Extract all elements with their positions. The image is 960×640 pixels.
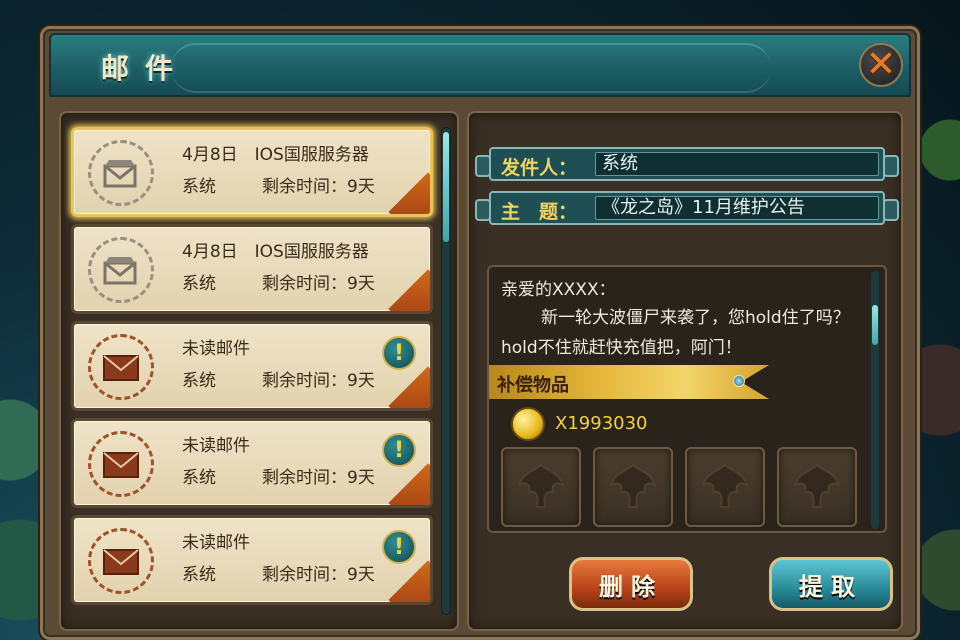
envelope-read-icon [88,140,154,206]
corner-ribbon [388,463,430,505]
mail-list-scrollbar[interactable] [441,127,451,615]
corner-ribbon [388,172,430,214]
unread-alert-icon: ! [382,433,416,467]
envelope-read-icon [88,237,154,303]
mail-greeting: 亲爱的XXXX： [501,280,616,300]
close-button[interactable]: ✕ [859,43,903,87]
mail-sender: 系统 [182,371,216,391]
mail-subject: 4月8日 IOS国服服务器 [182,145,369,165]
mail-subject: 未读邮件 [182,339,250,359]
subject-label: 主 题： [501,201,578,223]
mail-detail-panel: 发件人： 系统 主 题： 《龙之岛》11月维护公告 亲爱的XXXX： 新一轮大波… [467,111,903,631]
subject-value: 《龙之岛》11月维护公告 [595,196,879,220]
sender-row: 发件人： 系统 [475,147,899,181]
mail-content-scroll-thumb[interactable] [872,305,878,345]
reward-slot[interactable] [501,447,581,527]
delete-button[interactable]: 删除 [569,557,693,611]
mail-body: 新一轮大波僵尸来袭了，您hold住了吗？hold不住就赶快充值把，阿门！ [501,308,850,358]
mail-time-left: 剩余时间：9天 [262,177,375,197]
mail-time-left: 剩余时间：9天 [262,468,375,488]
mail-list-item[interactable]: 未读邮件系统 剩余时间：9天! [71,418,433,508]
close-icon: ✕ [865,44,897,85]
mail-window: 邮件 ✕ 4月8日 IOS国服服务器 系统 剩余时间：9天 4月8日 IOS国服服务器… [40,26,920,640]
mail-list-item[interactable]: 4月8日 IOS国服服务器 系统 剩余时间：9天 [71,224,433,314]
reward-slot[interactable] [593,447,673,527]
mail-sender: 系统 [182,468,216,488]
mail-list-item[interactable]: 未读邮件系统 剩余时间：9天! [71,515,433,605]
sender-value: 系统 [595,152,879,176]
mail-time-left: 剩余时间：9天 [262,274,375,294]
rewards-title: 补偿物品 [497,375,569,396]
mail-list-item[interactable]: 未读邮件系统 剩余时间：9天! [71,321,433,411]
corner-ribbon [388,269,430,311]
unread-alert-icon: ! [382,336,416,370]
mail-subject: 未读邮件 [182,436,250,456]
envelope-unread-icon [88,334,154,400]
mail-subject: 4月8日 IOS国服服务器 [182,242,369,262]
mail-sender: 系统 [182,177,216,197]
coin-amount: X1993030 [555,413,648,434]
reward-slot[interactable] [777,447,857,527]
mail-sender: 系统 [182,274,216,294]
mail-sender: 系统 [182,565,216,585]
corner-ribbon [388,560,430,602]
claim-button[interactable]: 提取 [769,557,893,611]
dragon-emblem-icon [701,463,749,508]
unread-alert-icon: ! [382,530,416,564]
mail-time-left: 剩余时间：9天 [262,371,375,391]
title-bar: 邮件 ✕ [49,33,911,97]
corner-ribbon [388,366,430,408]
mail-time-left: 剩余时间：9天 [262,565,375,585]
envelope-unread-icon [88,431,154,497]
reward-slot[interactable] [685,447,765,527]
mail-list-panel: 4月8日 IOS国服服务器 系统 剩余时间：9天 4月8日 IOS国服服务器 系统 剩余时… [59,111,459,631]
mail-list-scroll-thumb[interactable] [443,132,449,242]
gold-coin-icon [511,407,545,441]
gem-icon [733,375,745,387]
mail-content-scrollbar[interactable] [871,271,879,529]
dragon-emblem-icon [793,463,841,508]
mail-subject: 未读邮件 [182,533,250,553]
dragon-emblem-icon [517,463,565,508]
envelope-unread-icon [88,528,154,594]
window-title: 邮件 [101,52,190,85]
dragon-emblem-icon [609,463,657,508]
sender-label: 发件人： [501,157,578,179]
mail-content: 亲爱的XXXX： 新一轮大波僵尸来袭了，您hold住了吗？hold不住就赶快充值… [487,265,887,533]
mail-list-item[interactable]: 4月8日 IOS国服服务器 系统 剩余时间：9天 [71,127,433,217]
subject-row: 主 题： 《龙之岛》11月维护公告 [475,191,899,225]
